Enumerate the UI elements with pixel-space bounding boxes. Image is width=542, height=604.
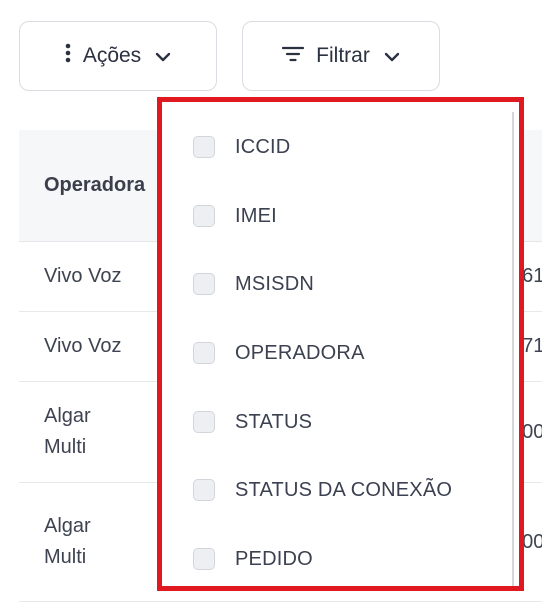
cell-operadora-line1: Algar bbox=[44, 405, 91, 427]
filter-button[interactable]: Filtrar bbox=[242, 21, 440, 91]
filter-option-iccid[interactable]: ICCID bbox=[193, 132, 290, 162]
filter-option-label: IMEI bbox=[235, 204, 277, 227]
filter-option-label: MSISDN bbox=[235, 272, 314, 295]
filter-option-pedido[interactable]: PEDIDO bbox=[193, 544, 313, 574]
cell-operadora: Vivo Voz bbox=[44, 265, 122, 287]
filter-option-label: ICCID bbox=[235, 135, 291, 158]
filter-option-operadora[interactable]: OPERADORA bbox=[193, 338, 365, 368]
checkbox[interactable] bbox=[193, 479, 215, 501]
filter-option-label: OPERADORA bbox=[235, 341, 365, 364]
page: Ações Filtrar Operadora Vivo Voz 361 Viv… bbox=[0, 0, 542, 604]
chevron-down-icon bbox=[155, 44, 171, 68]
filter-option-status-conexao[interactable]: STATUS DA CONEXÃO bbox=[193, 475, 452, 505]
filter-dropdown-menu: ICCID IMEI MSISDN OPERADORA STATUS STATU… bbox=[157, 97, 524, 591]
cell-operadora-line2: Multi bbox=[44, 546, 87, 568]
cell-operadora-line2: Multi bbox=[44, 436, 87, 458]
more-vertical-icon bbox=[65, 43, 71, 69]
filter-option-msisdn[interactable]: MSISDN bbox=[193, 269, 314, 299]
cell-operadora-line1: Algar bbox=[44, 515, 91, 537]
filter-option-label: STATUS DA CONEXÃO bbox=[235, 478, 453, 501]
checkbox[interactable] bbox=[193, 411, 215, 433]
filter-option-label: STATUS bbox=[235, 410, 313, 433]
filter-option-label: PEDIDO bbox=[235, 547, 313, 570]
checkbox[interactable] bbox=[193, 273, 215, 295]
actions-button-label: Ações bbox=[82, 44, 142, 67]
filter-button-label: Filtrar bbox=[316, 44, 370, 67]
chevron-down-icon bbox=[384, 44, 400, 68]
cell-operadora: Vivo Voz bbox=[44, 335, 122, 357]
checkbox[interactable] bbox=[193, 205, 215, 227]
column-header-operadora[interactable]: Operadora bbox=[44, 174, 145, 197]
checkbox[interactable] bbox=[193, 342, 215, 364]
filter-option-imei[interactable]: IMEI bbox=[193, 201, 277, 231]
cell-operadora: Algar Multi bbox=[44, 511, 91, 573]
checkbox[interactable] bbox=[193, 548, 215, 570]
checkbox[interactable] bbox=[193, 136, 215, 158]
filter-icon bbox=[282, 44, 305, 68]
actions-button[interactable]: Ações bbox=[19, 21, 217, 91]
filter-option-status[interactable]: STATUS bbox=[193, 407, 312, 437]
cell-operadora: Algar Multi bbox=[44, 401, 91, 463]
scrollbar[interactable] bbox=[512, 112, 514, 586]
